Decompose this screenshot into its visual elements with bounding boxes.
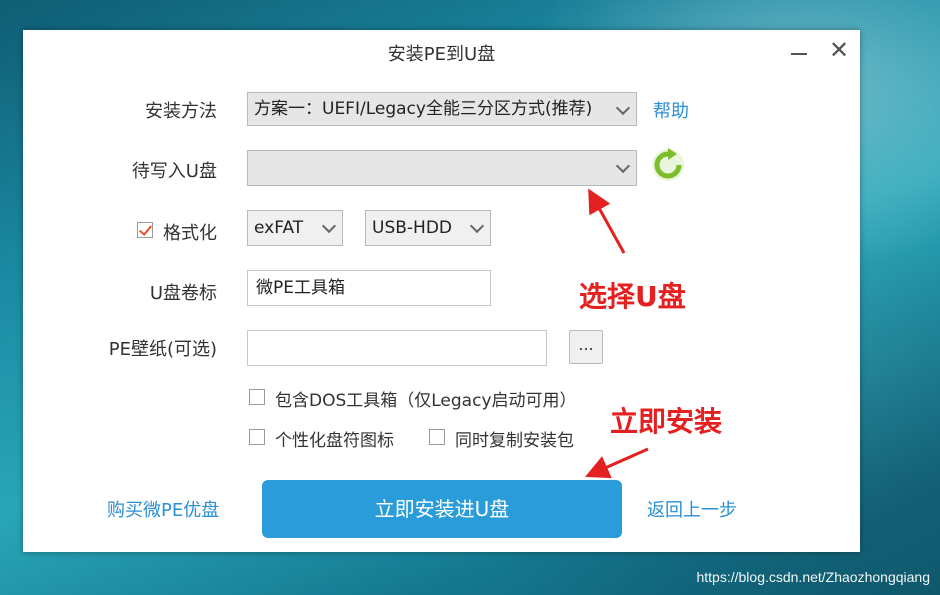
install-to-usb-button[interactable]: 立即安装进U盘 xyxy=(262,480,622,538)
custom-icon-checkbox[interactable] xyxy=(249,429,265,445)
window-title: 安装PE到U盘 xyxy=(387,44,496,65)
watermark-text: https://blog.csdn.net/Zhaozhongqiang xyxy=(696,569,930,585)
annotation-install-now: 立即安装 xyxy=(610,405,723,438)
back-link[interactable]: 返回上一步 xyxy=(647,496,737,522)
refresh-icon[interactable] xyxy=(651,148,685,182)
chevron-down-icon xyxy=(615,100,631,116)
minimize-icon[interactable] xyxy=(785,36,813,64)
copy-package-checkbox[interactable] xyxy=(429,429,445,445)
wallpaper-label: PE壁纸(可选) xyxy=(108,339,217,360)
format-label: 格式化 xyxy=(163,223,217,244)
chevron-down-icon xyxy=(469,218,485,234)
method-label: 安装方法 xyxy=(145,101,217,122)
volume-label: U盘卷标 xyxy=(149,283,217,304)
target-usb-select[interactable] xyxy=(247,150,637,186)
close-icon[interactable]: ✕ xyxy=(825,36,853,64)
dos-toolbox-label: 包含DOS工具箱（仅Legacy启动可用） xyxy=(275,391,577,411)
format-checkbox[interactable] xyxy=(137,222,153,238)
target-usb-label: 待写入U盘 xyxy=(131,161,217,182)
buy-usb-link[interactable]: 购买微PE优盘 xyxy=(107,496,219,522)
boot-mode-value: USB-HDD xyxy=(372,218,452,238)
dos-toolbox-checkbox[interactable] xyxy=(249,389,265,405)
filesystem-select[interactable]: exFAT xyxy=(247,210,343,246)
wallpaper-input[interactable] xyxy=(247,330,547,366)
chevron-down-icon xyxy=(321,218,337,234)
method-select[interactable]: 方案一：UEFI/Legacy全能三分区方式(推荐) xyxy=(247,92,637,126)
custom-icon-label: 个性化盘符图标 xyxy=(275,431,394,451)
copy-package-label: 同时复制安装包 xyxy=(455,431,574,451)
boot-mode-select[interactable]: USB-HDD xyxy=(365,210,491,246)
volume-label-input[interactable]: 微PE工具箱 xyxy=(247,270,491,306)
chevron-down-icon xyxy=(615,158,631,174)
filesystem-value: exFAT xyxy=(254,218,304,238)
install-pe-dialog: 安装PE到U盘 ✕ 安装方法 方案一：UEFI/Legacy全能三分区方式(推荐… xyxy=(23,30,860,552)
browse-button[interactable]: ... xyxy=(569,330,603,364)
help-link[interactable]: 帮助 xyxy=(653,97,689,123)
method-select-value: 方案一：UEFI/Legacy全能三分区方式(推荐) xyxy=(254,99,593,119)
annotation-select-usb: 选择U盘 xyxy=(579,280,686,313)
